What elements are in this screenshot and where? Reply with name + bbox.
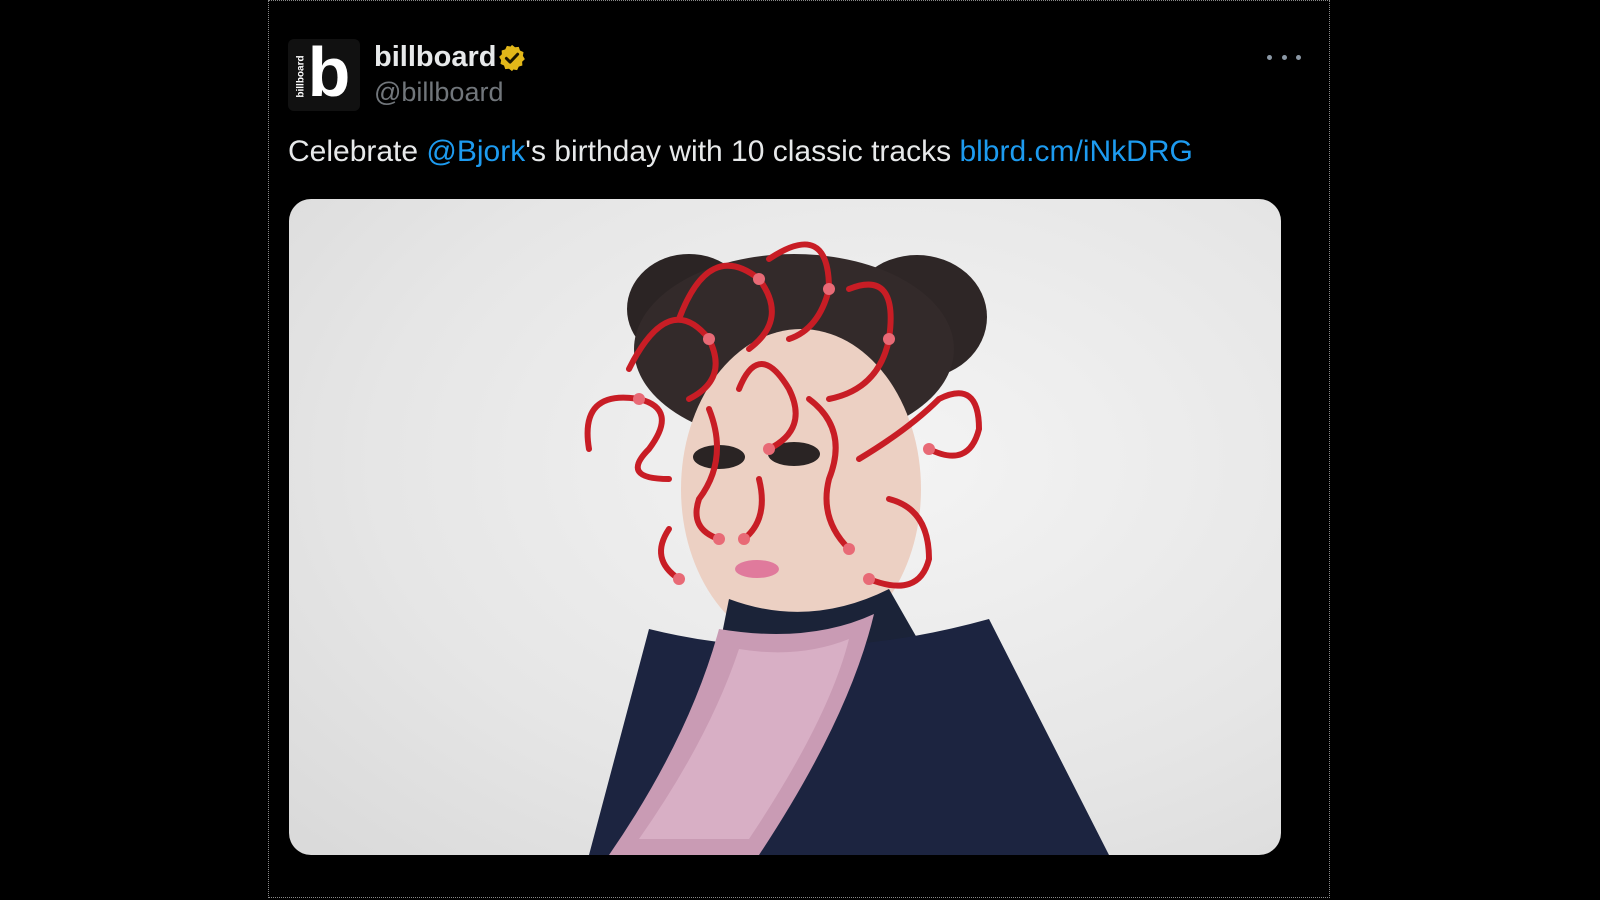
tweet-card[interactable]: billboard b billboard @billboard Celebra… <box>268 0 1330 898</box>
avatar[interactable]: billboard b <box>288 39 360 111</box>
display-name[interactable]: billboard <box>374 41 496 74</box>
verified-badge-icon <box>499 44 525 72</box>
mention-link[interactable]: @Bjork <box>426 135 525 168</box>
more-options-button[interactable] <box>1267 45 1301 69</box>
tweet-text-middle: 's birthday with 10 classic tracks <box>525 135 960 168</box>
more-dot <box>1281 54 1287 60</box>
tweet-text: Celebrate @Bjork's birthday with 10 clas… <box>288 135 1193 169</box>
avatar-wordmark: billboard <box>295 54 307 98</box>
handle[interactable]: @billboard <box>374 77 503 108</box>
tweet-text-start: Celebrate <box>288 135 427 168</box>
more-horizontal-icon <box>1267 54 1272 60</box>
photo-illustration <box>584 241 1109 855</box>
avatar-letter: b <box>307 39 351 111</box>
tweet-photo[interactable] <box>289 199 1281 855</box>
short-link[interactable]: blbrd.cm/iNkDRG <box>959 135 1192 168</box>
more-dot <box>1296 54 1301 60</box>
